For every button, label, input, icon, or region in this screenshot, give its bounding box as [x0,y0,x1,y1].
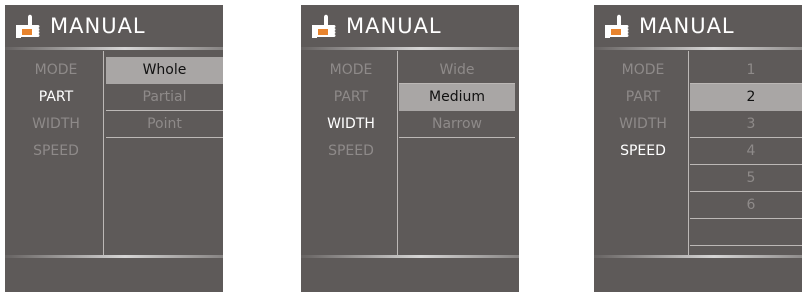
option-list: 1 2 3 4 5 6 [690,57,802,246]
menu-item-width[interactable]: WIDTH [301,111,397,138]
menu-item-width[interactable]: WIDTH [594,111,688,138]
menu-item-speed[interactable]: SPEED [594,138,688,165]
option-partial[interactable]: Partial [106,84,223,111]
manual-panel-width: MANUAL MODE PART WIDTH SPEED Wide Medium… [301,5,519,292]
panel-header: MANUAL [301,5,519,47]
panel-title: MANUAL [346,14,442,38]
menu-item-mode[interactable]: MODE [301,57,397,84]
option-list: Whole Partial Point [106,57,223,138]
panel-title: MANUAL [639,14,735,38]
thumbs-up-hand-icon [16,14,40,38]
option-point[interactable]: Point [106,111,223,138]
menu-item-part[interactable]: PART [301,84,397,111]
menu-list: MODE PART WIDTH SPEED [301,57,397,165]
menu-list: MODE PART WIDTH SPEED [5,57,103,165]
option-speed-4[interactable]: 4 [690,138,802,165]
menu-item-mode[interactable]: MODE [594,57,688,84]
option-medium[interactable]: Medium [399,84,515,111]
option-narrow[interactable]: Narrow [399,111,515,138]
manual-panel-speed: MANUAL MODE PART WIDTH SPEED 1 2 3 4 5 6 [594,5,802,292]
menu-item-part[interactable]: PART [594,84,688,111]
menu-item-speed[interactable]: SPEED [301,138,397,165]
menu-item-width[interactable]: WIDTH [5,111,103,138]
panel-header: MANUAL [5,5,223,47]
footer-divider [594,255,802,258]
footer-divider [5,255,223,258]
header-divider [301,47,519,50]
column-divider [103,51,104,255]
option-speed-6[interactable]: 6 [690,192,802,219]
option-speed-1[interactable]: 1 [690,57,802,84]
menu-list: MODE PART WIDTH SPEED [594,57,688,165]
panel-title: MANUAL [50,14,146,38]
option-wide[interactable]: Wide [399,57,515,84]
option-list: Wide Medium Narrow [399,57,515,138]
column-divider [688,51,689,255]
option-whole[interactable]: Whole [106,57,223,84]
header-divider [5,47,223,50]
option-speed-2[interactable]: 2 [690,84,802,111]
footer-divider [301,255,519,258]
column-divider [397,51,398,255]
menu-item-mode[interactable]: MODE [5,57,103,84]
panel-header: MANUAL [594,5,802,47]
manual-panel-part: MANUAL MODE PART WIDTH SPEED Whole Parti… [5,5,223,292]
header-divider [594,47,802,50]
menu-item-part[interactable]: PART [5,84,103,111]
option-empty-row [690,219,802,246]
option-speed-3[interactable]: 3 [690,111,802,138]
option-speed-5[interactable]: 5 [690,165,802,192]
thumbs-up-hand-icon [605,14,629,38]
thumbs-up-hand-icon [312,14,336,38]
menu-item-speed[interactable]: SPEED [5,138,103,165]
